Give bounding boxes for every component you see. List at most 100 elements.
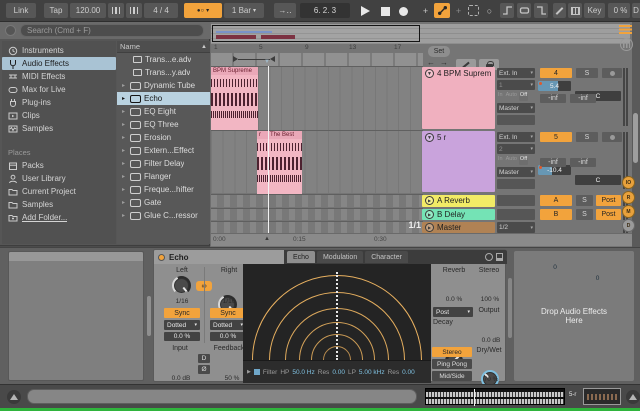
device-title-bar[interactable]: Echo <box>154 250 284 264</box>
clip-bpm-supreme[interactable]: BPM Supreme <box>211 67 258 131</box>
return-a-header[interactable]: ▶ A Reverb <box>422 195 495 207</box>
draw-mode-button[interactable] <box>553 3 566 18</box>
list-item[interactable]: ▸Freque...hifter <box>117 183 210 196</box>
track2-send-b-field[interactable]: -inf <box>570 158 596 167</box>
list-item[interactable]: ▸Extern...Effect <box>117 144 210 157</box>
track2-input-routing[interactable]: Ext. In▾ <box>497 132 535 142</box>
master-header[interactable]: ▶ Master <box>422 222 495 233</box>
track1-output-routing[interactable]: Master▾ <box>497 103 535 113</box>
sidebar-item-user-library[interactable]: User Library <box>2 172 116 185</box>
track-fold-icon[interactable]: ▼ <box>425 133 434 142</box>
left-time-value[interactable]: 1/16 <box>168 297 196 306</box>
overview-zoom-frame[interactable] <box>212 25 420 42</box>
echo-tunnel-visualization[interactable]: ▶ Filter HP 50.0 Hz Res 0.00 LP 5.00 kHz… <box>243 264 431 383</box>
overview-toggle-icon[interactable] <box>619 25 632 34</box>
dry-wet-value[interactable]: 70 % <box>474 375 508 383</box>
track2-solo-button[interactable]: S <box>576 132 598 142</box>
left-offset-field[interactable]: 0.0 % <box>164 332 200 341</box>
input-gain-value[interactable]: 0.0 dB <box>166 374 196 382</box>
track1-input-routing[interactable]: Ext. In▾ <box>497 68 535 78</box>
status-left-toggle[interactable] <box>7 390 21 404</box>
loop-switch-button[interactable] <box>517 3 531 18</box>
clip-r[interactable]: r <box>257 131 268 194</box>
left-time-knob[interactable] <box>172 276 191 295</box>
return-a-io[interactable] <box>497 195 535 206</box>
track2-arm-button[interactable] <box>602 132 622 142</box>
sidebar-item-packs[interactable]: Packs <box>2 159 116 172</box>
expand-arrow-icon[interactable]: ▸ <box>120 173 127 180</box>
automation-arm-button[interactable] <box>434 3 450 18</box>
list-item[interactable]: ▸EQ Eight <box>117 105 210 118</box>
browser-collapse-icon[interactable] <box>5 25 16 36</box>
channel-mode-midside-button[interactable]: Mid/Side <box>432 371 472 381</box>
filter-expand-icon[interactable]: ▶ <box>247 369 251 375</box>
track2-lane[interactable]: r The Best <box>211 130 423 193</box>
expand-arrow-icon[interactable]: ▸ <box>120 95 127 102</box>
time-signature-field[interactable]: 4 / 4 <box>144 3 178 18</box>
list-item[interactable]: ▸Erosion <box>117 131 210 144</box>
sidebar-item-clips[interactable]: Clips <box>2 109 116 122</box>
sidebar-item-samples-folder[interactable]: Samples <box>2 198 116 211</box>
track2-output-routing[interactable]: Master▾ <box>497 167 535 177</box>
list-item-selected[interactable]: ▸Echo <box>117 92 210 105</box>
channel-mode-stereo-button[interactable]: Stereo <box>432 347 472 357</box>
reverb-position-menu[interactable]: Post▾ <box>433 307 473 317</box>
reenable-automation-button[interactable]: + <box>453 3 464 18</box>
track-fold-icon[interactable]: ▼ <box>425 69 434 78</box>
nudge-up-button[interactable] <box>126 3 142 18</box>
play-button[interactable] <box>356 3 374 19</box>
list-item[interactable]: ▸Gate <box>117 196 210 209</box>
track2-output-channel[interactable] <box>497 179 535 189</box>
expand-arrow-icon[interactable]: ▸ <box>120 134 127 141</box>
list-item[interactable]: ▸Filter Delay <box>117 157 210 170</box>
track1-output-channel[interactable] <box>497 115 535 125</box>
reverb-value[interactable]: 0.0 % <box>436 295 472 303</box>
left-sync-button[interactable]: Sync <box>164 308 200 318</box>
track2-monitor-switch[interactable]: InAutoOff <box>497 156 535 165</box>
res1-value[interactable]: 0.00 <box>332 369 345 376</box>
record-button[interactable] <box>396 3 410 19</box>
feedback-d-button[interactable]: D <box>198 354 210 363</box>
right-time-value[interactable]: 1/16 <box>215 297 243 306</box>
new-button[interactable]: + <box>420 3 431 18</box>
expand-arrow-icon[interactable]: ▸ <box>120 108 127 115</box>
track1-send-a-field[interactable]: -inf <box>540 94 566 103</box>
return-a-pre-post-toggle[interactable]: Post <box>596 195 621 206</box>
right-sync-button[interactable]: Sync <box>210 308 246 318</box>
track2-header[interactable]: ▼ 5 r <box>422 131 495 192</box>
feedback-value[interactable]: 50 % <box>218 374 246 382</box>
link-button[interactable]: Link <box>6 3 36 18</box>
sidebar-item-instruments[interactable]: Instruments <box>2 44 116 57</box>
return-a-activator[interactable]: A <box>540 195 572 206</box>
set-locator-button[interactable]: Set <box>428 46 450 57</box>
return-b-pre-post-toggle[interactable]: Post <box>596 209 621 220</box>
list-item[interactable]: Trans...e.adv <box>117 53 210 66</box>
track2-input-channel[interactable]: 2▾ <box>497 144 535 154</box>
track1-volume-field[interactable]: 5.4 <box>538 81 571 91</box>
delay-section-toggle[interactable]: D <box>622 219 635 232</box>
clip-the-best[interactable]: The Best <box>268 131 302 194</box>
list-item[interactable]: Trans...y.adv <box>117 66 210 79</box>
io-section-toggle[interactable]: IO <box>622 176 635 189</box>
left-sync-mode-menu[interactable]: Dotted▾ <box>164 320 200 330</box>
sidebar-item-add-folder[interactable]: Add Folder... <box>2 211 116 224</box>
tap-tempo-button[interactable]: Tap <box>44 3 68 18</box>
time-ruler[interactable]: 0:00 0:15 0:30 ▲ <box>211 233 640 246</box>
track1-lane[interactable]: BPM Supreme <box>211 66 423 130</box>
hot-swap-icon[interactable] <box>485 253 493 261</box>
res2-value[interactable]: 0.00 <box>402 369 415 376</box>
arrangement-position-display[interactable]: 6. 2. 3 <box>300 3 350 18</box>
stop-button[interactable] <box>378 3 392 19</box>
follow-button[interactable]: →‥ <box>274 3 296 18</box>
expand-arrow-icon[interactable]: ▸ <box>120 147 127 154</box>
track1-solo-button[interactable]: S <box>576 68 598 78</box>
expand-arrow-icon[interactable]: ▸ <box>120 121 127 128</box>
sidebar-item-current-project[interactable]: Current Project <box>2 185 116 198</box>
capture-midi-button[interactable] <box>468 5 479 16</box>
beat-time-ruler[interactable]: 1 5 9 13 17 <box>211 44 640 53</box>
arrangement-overview[interactable] <box>211 24 630 44</box>
right-sync-mode-menu[interactable]: Dotted▾ <box>210 320 246 330</box>
hp-value[interactable]: 50.0 Hz <box>292 369 314 376</box>
return-b-solo-button[interactable]: S <box>576 209 593 220</box>
list-item[interactable]: ▸Glue C...ressor <box>117 209 210 222</box>
